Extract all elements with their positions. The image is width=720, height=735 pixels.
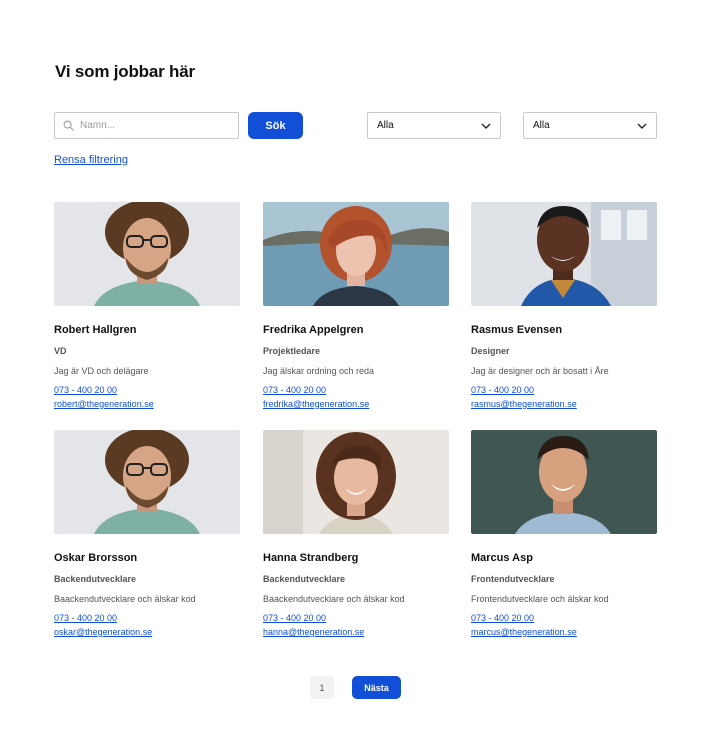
person-role: VD (54, 346, 67, 356)
person-photo (471, 202, 657, 306)
person-role: Backendutvecklare (263, 574, 346, 584)
person-email-link[interactable]: hanna@thegeneration.se (263, 627, 449, 637)
person-name: Hanna Strandberg (263, 552, 359, 564)
person-role: Projektledare (263, 346, 321, 356)
filter-select-1[interactable]: Alla (367, 112, 501, 139)
chevron-down-icon (637, 123, 647, 129)
person-card: Rasmus Evensen Designer Jag är designer … (471, 202, 657, 409)
search-input[interactable] (78, 119, 232, 132)
search-icon (63, 120, 74, 131)
person-email-link[interactable]: rasmus@thegeneration.se (471, 399, 657, 409)
person-role: Frontendutvecklare (471, 574, 555, 584)
person-role: Designer (471, 346, 510, 356)
person-photo (54, 202, 240, 306)
chevron-down-icon (481, 123, 491, 129)
filter-select-2-value: Alla (533, 120, 550, 131)
search-button[interactable]: Sök (248, 112, 303, 139)
person-name: Rasmus Evensen (471, 324, 563, 336)
person-description: Jag är VD och delägare (54, 366, 149, 376)
next-page-button[interactable]: Nästa (352, 676, 401, 699)
person-photo (471, 430, 657, 534)
person-email-link[interactable]: robert@thegeneration.se (54, 399, 240, 409)
page-title: Vi som jobbar här (55, 62, 195, 81)
person-phone-link[interactable]: 073 - 400 20 00 (54, 613, 240, 623)
person-name: Fredrika Appelgren (263, 324, 364, 336)
person-card: Marcus Asp Frontendutvecklare Frontendut… (471, 430, 657, 637)
person-name: Marcus Asp (471, 552, 533, 564)
person-description: Jag älskar ordning och reda (263, 366, 375, 376)
person-email-link[interactable]: fredrika@thegeneration.se (263, 399, 449, 409)
person-description: Baackendutvecklare och älskar kod (263, 594, 405, 604)
filter-select-2[interactable]: Alla (523, 112, 657, 139)
person-email-link[interactable]: marcus@thegeneration.se (471, 627, 657, 637)
person-card: Hanna Strandberg Backendutvecklare Baack… (263, 430, 449, 637)
person-phone-link[interactable]: 073 - 400 20 00 (471, 613, 657, 623)
person-description: Frontendutvecklare och älskar kod (471, 594, 609, 604)
pagination-page-1[interactable]: 1 (310, 676, 334, 699)
person-name: Robert Hallgren (54, 324, 137, 336)
person-phone-link[interactable]: 073 - 400 20 00 (471, 385, 657, 395)
person-photo (263, 202, 449, 306)
person-phone-link[interactable]: 073 - 400 20 00 (263, 385, 449, 395)
person-phone-link[interactable]: 073 - 400 20 00 (263, 613, 449, 623)
person-photo (54, 430, 240, 534)
person-photo (263, 430, 449, 534)
person-description: Jag är designer och är bosatt i Åre (471, 366, 609, 376)
person-role: Backendutvecklare (54, 574, 137, 584)
person-card: Oskar Brorsson Backendutvecklare Baacken… (54, 430, 240, 637)
person-email-link[interactable]: oskar@thegeneration.se (54, 627, 240, 637)
person-card: Robert Hallgren VD Jag är VD och delägar… (54, 202, 240, 409)
person-card: Fredrika Appelgren Projektledare Jag äls… (263, 202, 449, 409)
search-input-wrapper[interactable] (54, 112, 239, 139)
person-description: Baackendutvecklare och älskar kod (54, 594, 196, 604)
filter-select-1-value: Alla (377, 120, 394, 131)
person-phone-link[interactable]: 073 - 400 20 00 (54, 385, 240, 395)
person-name: Oskar Brorsson (54, 552, 138, 564)
clear-filter-link[interactable]: Rensa filtrering (54, 154, 128, 166)
